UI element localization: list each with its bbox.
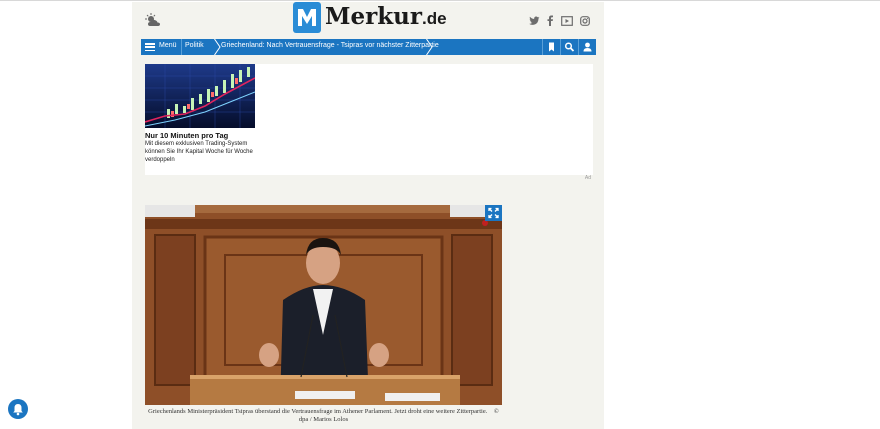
page-container: Merkur.de Menü Politik Griechenland: Nac… [132,2,604,429]
hamburger-icon [145,43,155,52]
user-icon [583,42,592,52]
article-image[interactable] [145,205,502,405]
weather-icon[interactable] [145,13,163,27]
navigation-bar: Menü Politik Griechenland: Nach Vertraue… [141,39,596,55]
caption-text: Griechenlands Ministerpräsident Tsipras … [148,408,488,415]
menu-label: Menü [159,42,177,49]
breadcrumb-politik[interactable]: Politik [185,42,204,49]
ad-image[interactable] [145,64,255,128]
search-button[interactable] [560,39,578,55]
parliament-photo [145,205,502,405]
bell-icon [13,404,23,416]
logo-name: Merkur [325,3,422,30]
chevron-right-icon [214,39,221,55]
bookmark-icon [549,42,554,52]
image-caption: Griechenlands Ministerpräsident Tsipras … [145,408,502,424]
social-links [529,15,590,26]
account-button[interactable] [578,39,596,55]
logo-m-icon [298,9,316,26]
facebook-icon[interactable] [547,15,554,26]
top-divider [0,0,880,1]
site-header: Merkur.de [132,2,604,38]
ad-headline[interactable]: Nur 10 Minuten pro Tag [145,131,228,140]
fullscreen-button[interactable] [485,205,502,221]
trading-chart-image [145,64,255,128]
advertisement[interactable]: Nur 10 Minuten pro Tag Mit diesem exklus… [145,64,593,175]
twitter-icon[interactable] [529,16,540,26]
notification-button[interactable] [8,399,28,419]
search-icon [564,42,575,52]
ad-description[interactable]: Mit diesem exklusiven Trading-System kön… [145,140,257,164]
breadcrumb-article-title[interactable]: Griechenland: Nach Vertrauensfrage - Tsi… [221,42,439,49]
menu-button[interactable]: Menü [141,39,182,55]
ad-label: Ad [584,175,591,181]
logo-mark[interactable] [293,2,321,33]
bookmark-button[interactable] [542,39,560,55]
video-icon[interactable] [561,15,573,26]
instagram-icon[interactable] [580,15,590,26]
site-logo[interactable]: Merkur.de [325,3,447,30]
expand-icon [488,207,499,219]
chevron-right-icon [426,39,433,55]
nav-actions [542,39,596,55]
logo-tld: .de [422,9,447,28]
